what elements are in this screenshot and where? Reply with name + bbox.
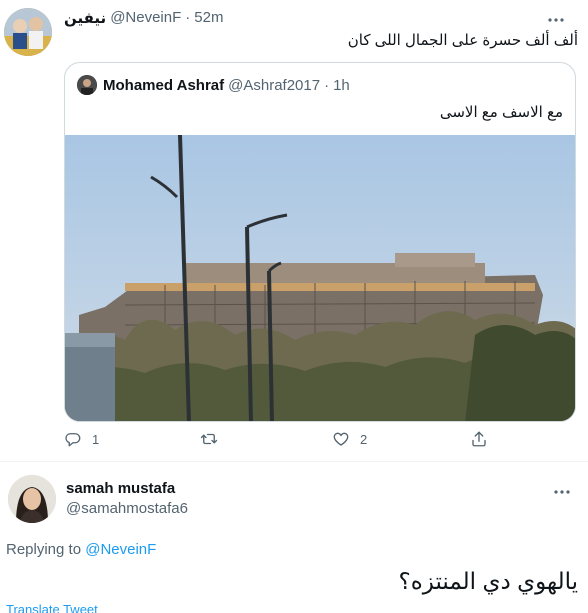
reply-button[interactable]: 1	[64, 430, 99, 448]
tweet-header: نيفين @NeveinF · 52m	[64, 9, 223, 27]
like-button[interactable]: 2	[332, 430, 367, 448]
like-count: 2	[360, 431, 368, 447]
display-name[interactable]: نيفين	[64, 9, 106, 27]
avatar[interactable]	[8, 475, 56, 523]
handle: @Ashraf2017	[228, 76, 321, 94]
tweet-text: ألف ألف حسرة على الجمال اللى كان	[347, 32, 578, 49]
tweet[interactable]: نيفين @NeveinF · 52m ألف ألف حسرة على ال…	[0, 0, 588, 462]
more-horizontal-icon[interactable]	[552, 482, 572, 502]
avatar[interactable]	[4, 8, 52, 56]
handle[interactable]: @samahmostafa6	[66, 500, 188, 517]
retweet-icon	[200, 433, 218, 445]
quoted-tweet-header: Mohamed Ashraf @Ashraf2017 · 1h	[77, 75, 350, 95]
separator: ·	[324, 76, 330, 94]
replying-to: Replying to @NeveinF	[6, 541, 156, 558]
replying-to-link[interactable]: @NeveinF	[85, 541, 156, 558]
reply-count: 1	[92, 431, 100, 447]
reply-icon	[65, 433, 81, 447]
share-icon	[472, 431, 486, 447]
like-icon	[333, 432, 349, 446]
translate-tweet-link[interactable]: Translate Tweet	[6, 602, 98, 613]
quoted-tweet-text: مع الاسف مع الاسى	[439, 104, 563, 121]
retweet-button[interactable]	[200, 430, 228, 448]
tweet-photo[interactable]	[65, 134, 575, 421]
separator: ·	[185, 9, 191, 26]
avatar	[77, 75, 97, 95]
replying-prefix: Replying to	[6, 541, 82, 558]
display-name: Mohamed Ashraf	[103, 76, 225, 94]
timestamp[interactable]: 52m	[194, 9, 223, 27]
more-horizontal-icon[interactable]	[546, 10, 566, 30]
timestamp: 1h	[333, 76, 350, 94]
tweet-text: يالهوي دي المنتزه؟	[398, 568, 578, 594]
quoted-tweet[interactable]: Mohamed Ashraf @Ashraf2017 · 1h مع الاسف…	[64, 62, 576, 422]
display-name[interactable]: samah mustafa	[66, 480, 175, 497]
share-button[interactable]	[470, 430, 488, 448]
handle[interactable]: @NeveinF	[110, 9, 181, 27]
tweet-actions: 1 2	[64, 430, 504, 452]
